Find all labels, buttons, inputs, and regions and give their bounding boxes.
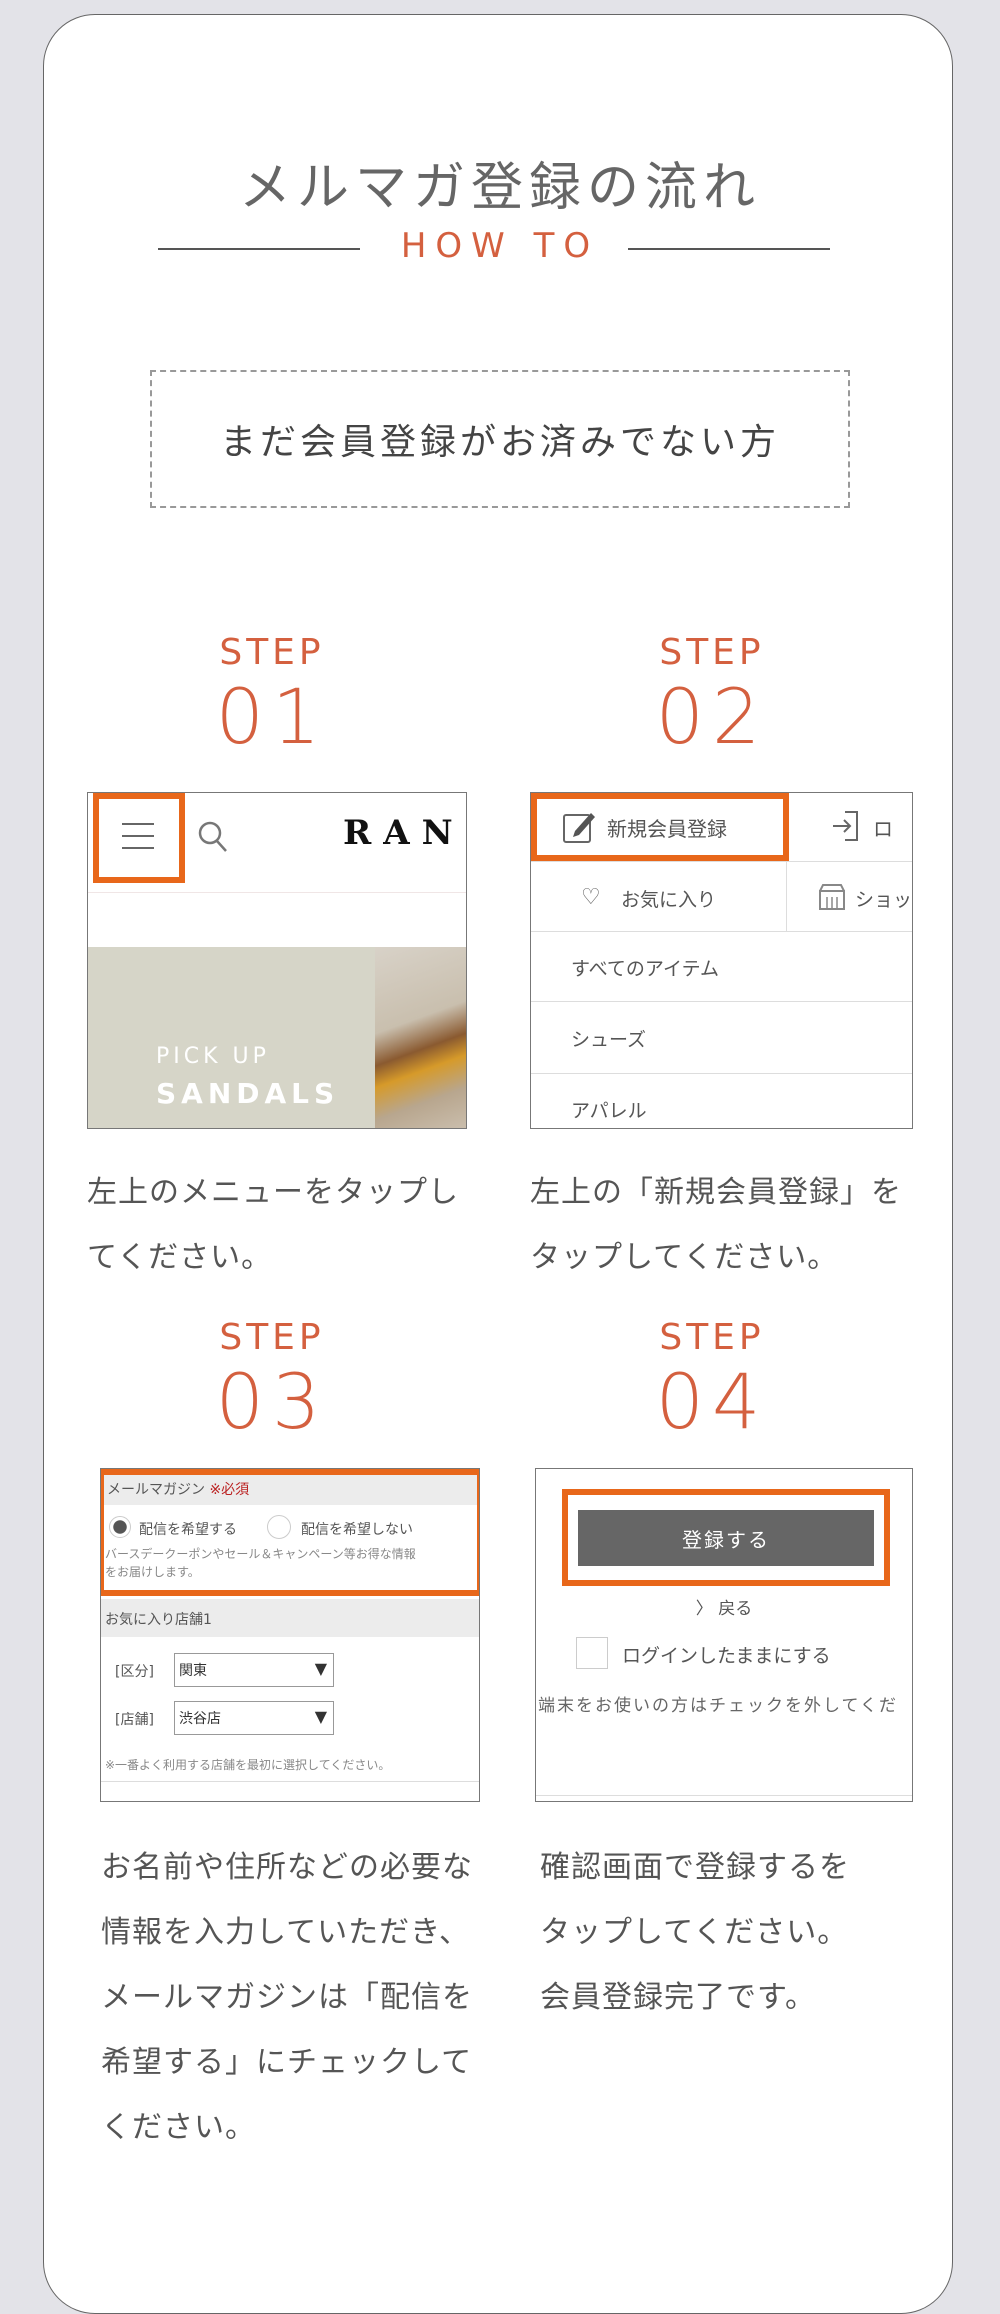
sandal-photo xyxy=(375,947,466,1128)
note: ※一番よく利用する店舗を最初に選択してください。 xyxy=(105,1758,391,1772)
step-2-screenshot: 新規会員登録 ロ ♡ お気に入り ショッ すべてのアイテム シューズ アパレル xyxy=(530,792,913,1129)
step-1-heading: STEP 01 xyxy=(215,632,329,761)
section-label: まだ会員登録がお済みでない方 xyxy=(150,370,850,508)
shop-icon xyxy=(819,884,845,910)
step-4-screenshot: 登録する 〉 戻る ログインしたままにする 端末をお使いの方はチェックを外してく… xyxy=(535,1468,913,1802)
banner-text: PICK UP xyxy=(156,1044,270,1069)
logo: RAN xyxy=(343,813,465,853)
step-4-heading: STEP 04 xyxy=(655,1317,769,1446)
keep-login-label: ログインしたままにする xyxy=(622,1645,831,1667)
step-3-heading: STEP 03 xyxy=(215,1317,329,1446)
divider xyxy=(628,248,830,250)
divider xyxy=(88,892,466,893)
area-select[interactable]: 関東 ▼ xyxy=(174,1653,334,1687)
menu-icon xyxy=(122,823,154,849)
store-select[interactable]: 渋谷店 ▼ xyxy=(174,1701,334,1735)
favorites-link[interactable]: お気に入り xyxy=(621,885,716,912)
step-2-description: 左上の「新規会員登録」を タップしてください。 xyxy=(530,1175,902,1275)
divider xyxy=(531,1001,912,1002)
divider xyxy=(786,861,787,931)
divider xyxy=(536,1795,912,1796)
heart-icon: ♡ xyxy=(581,885,601,910)
step-2-heading: STEP 02 xyxy=(655,632,769,761)
step-1-description: 左上のメニューをタップし てください。 xyxy=(87,1175,459,1275)
register-button[interactable]: 登録する xyxy=(578,1510,874,1566)
shop-link[interactable]: ショッ xyxy=(855,885,912,912)
highlight-box xyxy=(101,1469,479,1596)
page-title: メルマガ登録の流れ xyxy=(238,158,761,218)
subtitle: HOW TO xyxy=(400,226,600,266)
search-icon xyxy=(198,821,227,852)
area-label: [区分] xyxy=(115,1664,154,1680)
login-link[interactable]: ロ xyxy=(873,813,893,842)
menu-item[interactable]: シューズ xyxy=(571,1025,646,1052)
keep-login-checkbox[interactable] xyxy=(576,1637,608,1669)
menu-item[interactable]: アパレル xyxy=(571,1096,647,1123)
menu-item[interactable]: すべてのアイテム xyxy=(571,954,719,981)
login-icon xyxy=(833,811,858,841)
divider xyxy=(531,861,912,862)
banner: PICK UP SANDALS xyxy=(88,947,466,1128)
back-link[interactable]: 〉 戻る xyxy=(536,1594,912,1619)
divider xyxy=(531,1073,912,1074)
step-4-description: 確認画面で登録するを タップしてください。 会員登録完了です。 xyxy=(540,1850,850,2015)
store-label: [店舗] xyxy=(115,1712,154,1728)
divider xyxy=(531,931,912,932)
note: 端末をお使いの方はチェックを外してくだ xyxy=(538,1696,898,1716)
step-3-screenshot: メールマガジン ※必須 配信を希望する 配信を希望しない バースデークーポンやセ… xyxy=(100,1468,480,1802)
step-1-screenshot: RAN PICK UP SANDALS xyxy=(87,792,467,1129)
divider xyxy=(101,1781,479,1782)
step-3-description: お名前や住所などの必要な 情報を入力していただき、 メールマガジンは「配信を 希望する… xyxy=(101,1850,473,2145)
register-link[interactable]: 新規会員登録 xyxy=(607,813,727,842)
edit-icon xyxy=(563,813,595,843)
banner-title: SANDALS xyxy=(156,1077,340,1110)
fav-store-label: お気に入り店舗1 xyxy=(105,1612,212,1628)
